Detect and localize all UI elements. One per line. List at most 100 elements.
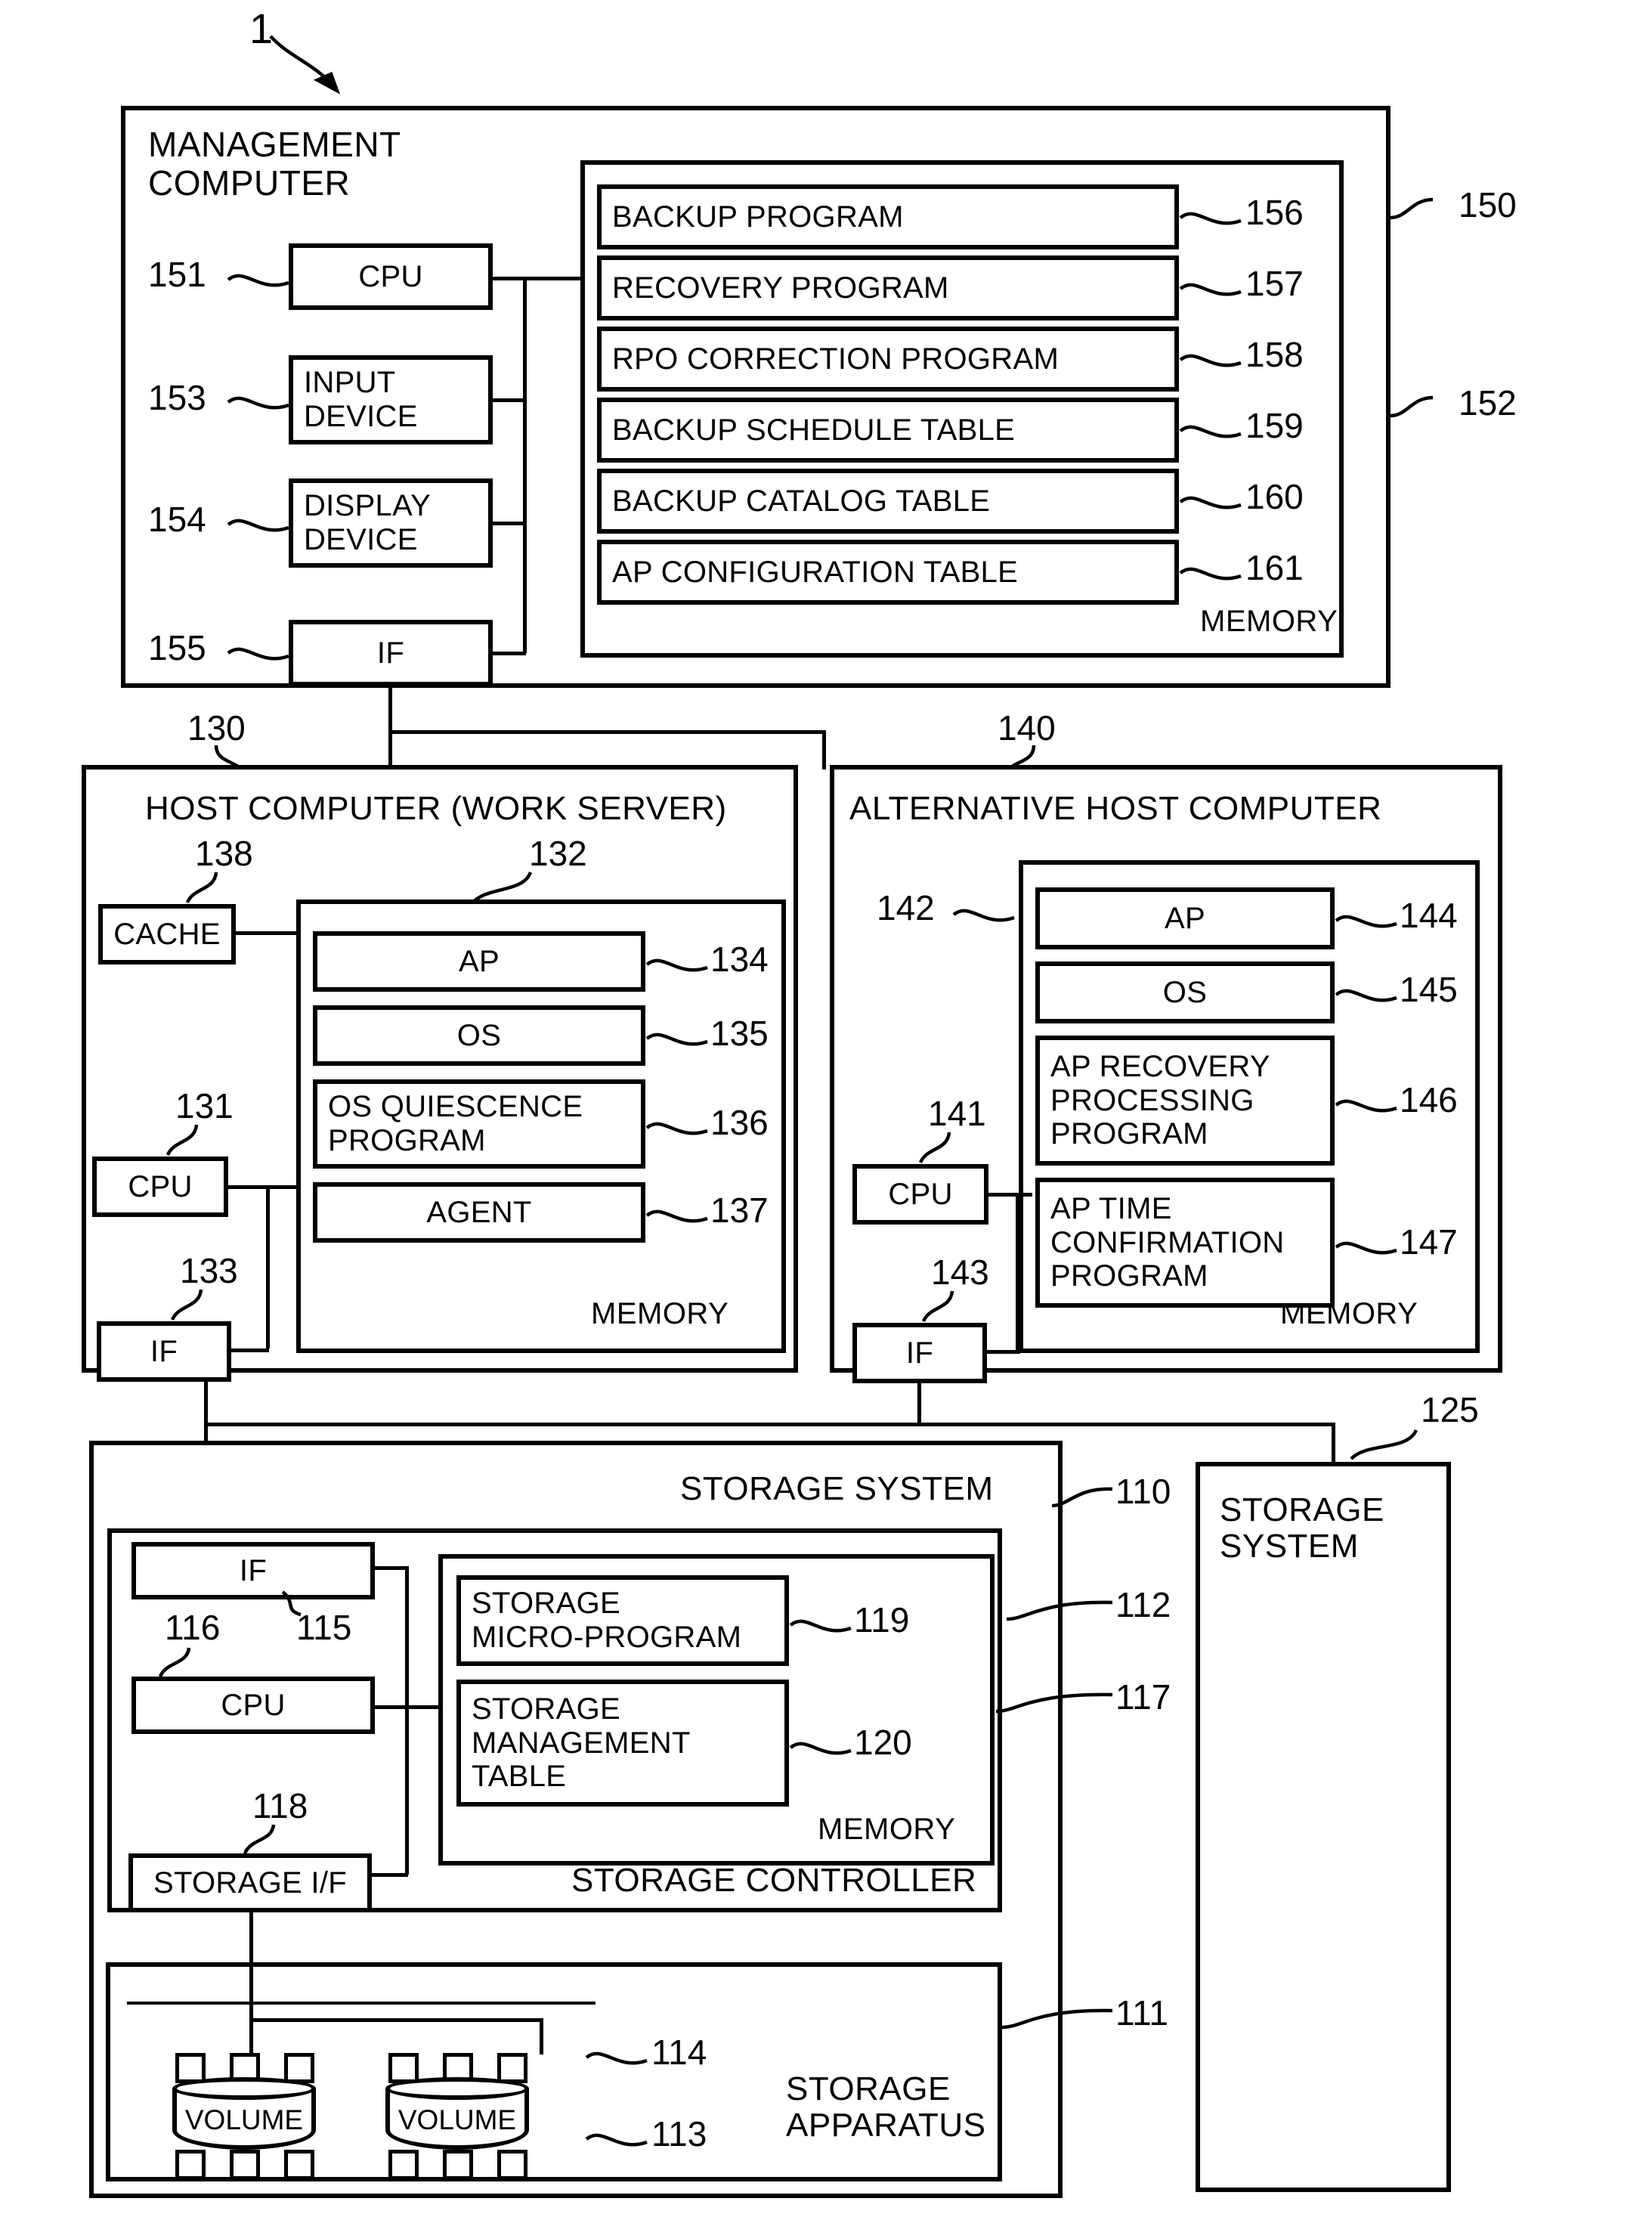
- management-display-device-box: DISPLAY DEVICE: [289, 478, 493, 568]
- storage-cpu-label: CPU: [221, 1688, 286, 1722]
- storage-memory-ref-leader-120: [789, 1742, 852, 1755]
- management-to-host-link: [388, 730, 392, 769]
- management-cpu-label: CPU: [358, 259, 423, 293]
- storage-system-title: STORAGE SYSTEM: [680, 1470, 994, 1507]
- storage-memory-ref-leader: [995, 1692, 1113, 1714]
- host-memory-item-label: OS: [456, 1018, 502, 1052]
- memory-item-backup-program: BACKUP PROGRAM: [597, 184, 1179, 249]
- memory-item-backup-schedule-table: BACKUP SCHEDULE TABLE: [597, 398, 1179, 463]
- host-if-bus-stub: [228, 1348, 269, 1352]
- storage-memory-item-label: STORAGE MICRO-PROGRAM: [472, 1587, 742, 1654]
- alternative-memory-ref: 142: [877, 888, 935, 927]
- hosts-to-storage-bus: [204, 1423, 1335, 1426]
- volume2-cylinder: VOLUME: [385, 2077, 529, 2150]
- storage-apparatus-ref: 111: [1115, 1993, 1168, 2033]
- host-cache-box: CACHE: [98, 904, 236, 965]
- management-if-ref-leader: [227, 647, 289, 661]
- alternative-memory-item-ap-time-confirmation-program: AP TIME CONFIRMATION PROGRAM: [1035, 1178, 1335, 1308]
- host-cpu-label: CPU: [128, 1169, 193, 1203]
- volume-body-ref: 113: [651, 2114, 707, 2154]
- host-computer-title: HOST COMPUTER (WORK SERVER): [145, 790, 727, 827]
- memory-item-label: BACKUP PROGRAM: [612, 200, 904, 234]
- storage-controller-ref: 112: [1115, 1585, 1171, 1624]
- memory-ref-leader-158: [1179, 354, 1242, 367]
- volume1-nub-4: [175, 2150, 206, 2180]
- storage-controller-ref-leader: [1006, 1600, 1113, 1621]
- storage-if-to-volume-link: [249, 1911, 253, 2054]
- memory-ref-leader-159: [1179, 425, 1242, 438]
- volume2-nub-5: [443, 2150, 473, 2180]
- management-display-device-ref-leader: [227, 519, 289, 532]
- secondary-storage-system-title: STORAGE SYSTEM: [1220, 1491, 1384, 1565]
- memory-item-rpo-correction-program: RPO CORRECTION PROGRAM: [597, 327, 1179, 392]
- alternative-if-label: IF: [905, 1336, 934, 1370]
- host-if-ref: 133: [180, 1251, 238, 1290]
- management-computer-ref: 150: [1459, 185, 1517, 224]
- secondary-storage-system-panel: [1196, 1462, 1451, 2192]
- management-cpu-ref: 151: [148, 255, 206, 294]
- alt-bus-vertical: [1016, 1193, 1019, 1350]
- memory-item-label: BACKUP CATALOG TABLE: [612, 484, 991, 518]
- apparatus-inner-line: [127, 2002, 596, 2005]
- volume-nub-ref: 114: [651, 2033, 707, 2072]
- memory-ref-leader-160: [1179, 496, 1242, 509]
- host-if-to-storage-link: [204, 1382, 208, 1426]
- host-memory-item-label: AP: [459, 944, 500, 978]
- memory-item-backup-catalog-table-ref: 160: [1245, 477, 1304, 516]
- storage-io-if-ref: 118: [252, 1786, 308, 1825]
- alternative-memory-item-label: AP RECOVERY PROCESSING PROGRAM: [1050, 1049, 1270, 1151]
- host-memory-ref: 132: [529, 834, 587, 873]
- memory-item-rpo-correction-program-ref: 158: [1245, 335, 1304, 374]
- management-if-ref: 155: [148, 628, 206, 667]
- host-memory-item-label: OS QUIESCENCE PROGRAM: [328, 1090, 583, 1157]
- management-memory-ref-leader: [1390, 395, 1434, 418]
- storage-memory-ref: 117: [1115, 1677, 1171, 1717]
- management-if-box: IF: [289, 620, 493, 686]
- alternative-if-box: IF: [852, 1323, 987, 1383]
- management-cpu-ref-leader: [227, 274, 289, 287]
- volume2-drop-link: [540, 2018, 543, 2054]
- alt-memory-ref-leader-144: [1335, 915, 1397, 928]
- alt-memory-ref-leader-146: [1335, 1099, 1397, 1113]
- storage-cpu-ref: 116: [165, 1608, 221, 1647]
- host-cache-label: CACHE: [113, 917, 221, 951]
- alternative-cpu-ref: 141: [928, 1094, 986, 1133]
- management-memory-label: MEMORY: [1200, 605, 1338, 638]
- memory-item-backup-catalog-table: BACKUP CATALOG TABLE: [597, 469, 1179, 534]
- host-memory-item-os-quiescence-program: OS QUIESCENCE PROGRAM: [313, 1079, 645, 1169]
- alternative-host-computer-title: ALTERNATIVE HOST COMPUTER: [849, 790, 1382, 827]
- alt-cpu-bus-stub: [987, 1193, 1032, 1197]
- volume-body-ref-leader: [585, 2133, 648, 2147]
- storage-memory-ref-leader-119: [789, 1619, 852, 1633]
- management-bus-if-stub: [493, 652, 526, 655]
- host-memory-ref-leader-137: [645, 1209, 708, 1223]
- alternative-memory-item-label: OS: [1162, 975, 1208, 1009]
- memory-ref-leader-156: [1179, 212, 1242, 225]
- host-if-box: IF: [97, 1321, 231, 1382]
- memory-item-label: BACKUP SCHEDULE TABLE: [612, 413, 1016, 447]
- management-computer-title: MANAGEMENT COMPUTER: [148, 125, 401, 203]
- storage-system-ref: 110: [1115, 1472, 1171, 1511]
- volume1-cylinder: VOLUME: [172, 2077, 316, 2150]
- volume1-cylinder-top: [172, 2077, 316, 2100]
- alt-if-bus-stub: [987, 1350, 1020, 1354]
- management-memory-ref: 152: [1459, 383, 1517, 423]
- storage-io-if-box: STORAGE I/F: [128, 1853, 372, 1912]
- host-bus-vertical: [266, 1185, 270, 1348]
- alternative-memory-item-ap-ref: 144: [1400, 896, 1458, 935]
- host-computer-ref: 130: [187, 708, 246, 748]
- storage-if-box: IF: [131, 1542, 375, 1599]
- alternative-if-ref: 143: [931, 1252, 989, 1292]
- volume2-cylinder-top: [385, 2077, 529, 2100]
- alternative-memory-ref-leader: [952, 909, 1015, 922]
- management-to-hosts-bus: [388, 730, 825, 734]
- management-cpu-box: CPU: [289, 243, 493, 310]
- memory-ref-leader-161: [1179, 567, 1242, 581]
- memory-ref-leader-157: [1179, 283, 1242, 296]
- volume1-nub-6: [284, 2150, 314, 2180]
- management-bus-to-memory: [493, 277, 583, 280]
- storage-io-if-label: STORAGE I/F: [153, 1866, 347, 1900]
- storage-memory-item-management-table-ref: 120: [854, 1723, 912, 1762]
- management-input-device-ref: 153: [148, 378, 206, 417]
- management-if-label: IF: [376, 636, 405, 670]
